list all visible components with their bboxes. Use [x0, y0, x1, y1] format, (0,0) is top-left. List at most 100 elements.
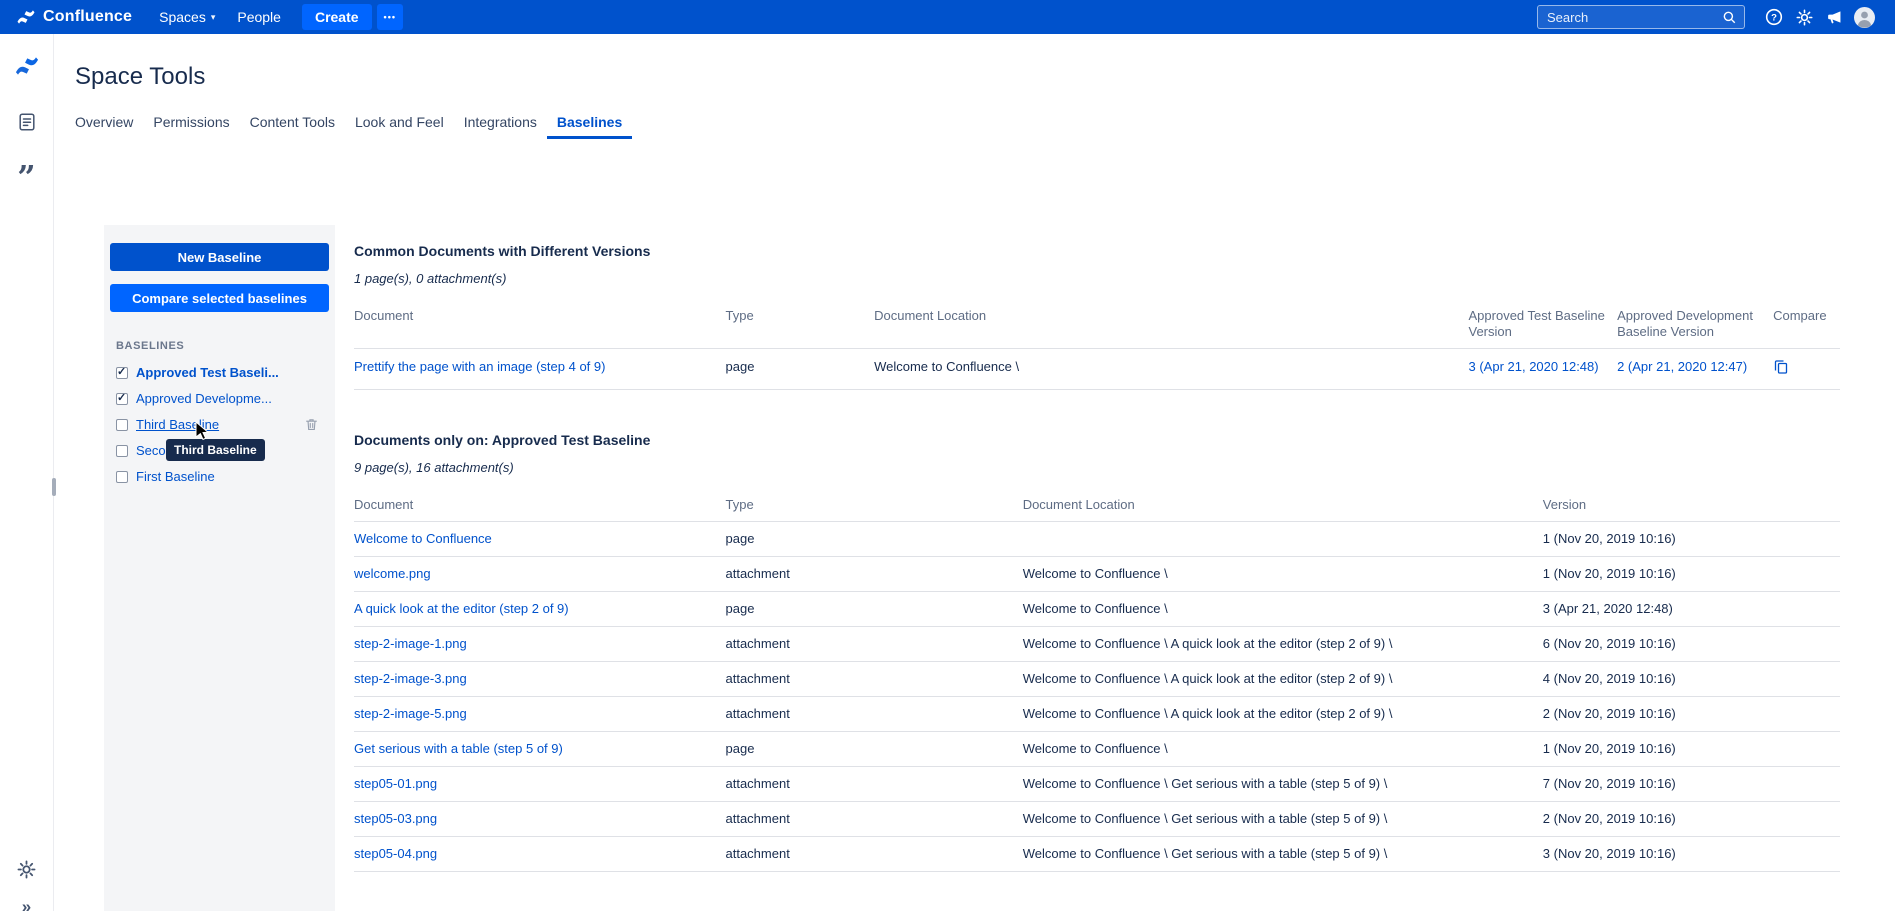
baseline-link[interactable]: Third Baseline: [136, 417, 219, 433]
baseline-link[interactable]: First Baseline: [136, 469, 215, 485]
tab-integrations[interactable]: Integrations: [454, 108, 547, 139]
type-cell: attachment: [725, 836, 1023, 872]
document-cell: Prettify the page with an image (step 4 …: [354, 348, 726, 390]
compare-copy-icon[interactable]: [1773, 360, 1789, 378]
location-cell: Welcome to Confluence \ A quick look at …: [1022, 661, 1543, 697]
document-cell: welcome.png: [354, 556, 726, 592]
document-cell-link[interactable]: Prettify the page with an image (step 4 …: [354, 359, 605, 374]
create-more-button[interactable]: •••: [376, 4, 403, 30]
create-button[interactable]: Create: [301, 4, 372, 30]
baseline-checkbox[interactable]: [116, 419, 128, 431]
table-row: Welcome to Confluence page 1 (Nov 20, 2019…: [354, 521, 1840, 557]
version-cell: 2 (Nov 20, 2019 10:16): [1542, 696, 1840, 732]
nav-spaces-label: Spaces: [159, 9, 206, 25]
document-cell: step-2-image-3.png: [354, 661, 726, 697]
confluence-brand[interactable]: Confluence: [16, 7, 132, 27]
table-row: step-2-image-1.png attachment Welcome to C…: [354, 626, 1840, 662]
document-cell-link[interactable]: A quick look at the editor (step 2 of 9): [354, 601, 569, 616]
document-cell-link[interactable]: step-2-image-5.png: [354, 706, 467, 721]
baseline-checkbox[interactable]: [116, 365, 128, 379]
baseline-checkbox[interactable]: [116, 445, 128, 457]
table-header-row: Document Type Document Location Approved…: [354, 300, 1840, 349]
table-row: step05-01.png attachment Welcome to Conflu…: [354, 766, 1840, 802]
baseline-list: Approved Test Baseli... Approved Develop…: [110, 360, 329, 490]
help-icon[interactable]: ?: [1759, 0, 1789, 34]
sidebar-bottom-icons: »: [13, 855, 41, 911]
location-cell: Welcome to Confluence \ Get serious with…: [1022, 766, 1543, 802]
space-settings-gear-icon[interactable]: [13, 855, 41, 883]
nav-spaces[interactable]: Spaces ▾: [148, 0, 226, 34]
search-box[interactable]: [1537, 5, 1745, 29]
list-item: Third Baseline: [110, 412, 329, 438]
search-input[interactable]: [1547, 9, 1722, 25]
version-cell: 3 (Apr 21, 2020 12:48): [1542, 591, 1840, 627]
tab-baselines[interactable]: Baselines: [547, 108, 632, 139]
document-cell: step-2-image-1.png: [354, 626, 726, 662]
delete-baseline-trash-icon[interactable]: [304, 417, 319, 432]
col-type: Type: [725, 300, 875, 349]
compare-cell: [1773, 348, 1840, 390]
chevron-down-icon: ▾: [210, 11, 216, 22]
document-cell-link[interactable]: step-2-image-3.png: [354, 671, 467, 686]
document-cell-link[interactable]: welcome.png: [354, 566, 431, 581]
col-version: Version: [1542, 489, 1840, 522]
type-cell: attachment: [725, 696, 1023, 732]
section-count: 9 page(s), 16 attachment(s): [354, 460, 514, 475]
tab-look-and-feel[interactable]: Look and Feel: [345, 108, 454, 139]
table-row: welcome.png attachment Welcome to Confluen…: [354, 556, 1840, 592]
user-avatar[interactable]: [1849, 0, 1879, 34]
test-baseline-documents-table: Document Type Document Location Version …: [354, 489, 1840, 872]
baseline-checkbox[interactable]: [116, 391, 128, 405]
tab-content-tools[interactable]: Content Tools: [240, 108, 345, 139]
tab-overview[interactable]: Overview: [75, 108, 143, 139]
blog-quotes-icon[interactable]: ”: [13, 161, 41, 193]
version-cell: 1 (Nov 20, 2019 10:16): [1542, 731, 1840, 767]
tab-permissions[interactable]: Permissions: [143, 108, 239, 139]
space-logo-icon[interactable]: [13, 52, 41, 80]
new-baseline-button[interactable]: New Baseline: [110, 243, 329, 271]
test-baseline-version-cell-link[interactable]: 3 (Apr 21, 2020 12:48): [1469, 359, 1599, 374]
type-cell: page: [725, 521, 1023, 557]
document-cell: step-2-image-5.png: [354, 696, 726, 732]
location-cell: Welcome to Confluence \ Get serious with…: [1022, 801, 1543, 837]
type-cell: page: [725, 348, 875, 390]
only-on-test-baseline-section: Documents only on: Approved Test Baselin…: [354, 432, 1840, 872]
compare-baselines-button[interactable]: Compare selected baselines: [110, 284, 329, 312]
dev-baseline-version-cell-link[interactable]: 2 (Apr 21, 2020 12:47): [1617, 359, 1747, 374]
section-heading: Documents only on: Approved Test Baselin…: [354, 432, 651, 448]
sidebar-resize-grip[interactable]: [52, 478, 56, 496]
list-item: Approved Test Baseli...: [110, 360, 329, 386]
baseline-tooltip: Third Baseline: [166, 439, 265, 461]
pages-icon[interactable]: [13, 108, 41, 136]
content-area: Space Tools Overview Permissions Content…: [54, 34, 1895, 911]
type-cell: page: [725, 731, 1023, 767]
document-cell-link[interactable]: Get serious with a table (step 5 of 9): [354, 741, 563, 756]
expand-sidebar-icon[interactable]: »: [13, 893, 41, 911]
baseline-link[interactable]: Approved Developme...: [136, 391, 272, 407]
nav-people[interactable]: People: [226, 0, 292, 34]
location-cell: [1022, 521, 1543, 557]
search-icon[interactable]: [1722, 10, 1737, 25]
baseline-checkbox[interactable]: [116, 471, 128, 483]
col-document-location: Document Location: [1022, 489, 1543, 522]
table-row: step-2-image-3.png attachment Welcome to C…: [354, 661, 1840, 697]
document-cell-link[interactable]: step05-03.png: [354, 811, 437, 826]
location-cell: Welcome to Confluence \ A quick look at …: [1022, 626, 1543, 662]
brand-wordmark: Confluence: [43, 8, 133, 25]
document-cell-link[interactable]: Welcome to Confluence: [354, 531, 492, 546]
settings-gear-icon[interactable]: [1789, 0, 1819, 34]
document-cell-link[interactable]: step-2-image-1.png: [354, 636, 467, 651]
document-cell: step05-03.png: [354, 801, 726, 837]
baseline-link[interactable]: Approved Test Baseli...: [136, 365, 279, 381]
col-document: Document: [354, 489, 726, 522]
baselines-panel: New Baseline Compare selected baselines …: [104, 225, 335, 911]
document-cell-link[interactable]: step05-01.png: [354, 776, 437, 791]
svg-text:?: ?: [1771, 13, 1777, 24]
copy-pages-icon: [1774, 360, 1788, 374]
table-row: step05-03.png attachment Welcome to Conflu…: [354, 801, 1840, 837]
list-item: Approved Developme...: [110, 386, 329, 412]
document-cell-link[interactable]: step05-04.png: [354, 846, 437, 861]
document-cell: Welcome to Confluence: [354, 521, 726, 557]
announcements-megaphone-icon[interactable]: [1819, 0, 1849, 34]
type-cell: attachment: [725, 766, 1023, 802]
